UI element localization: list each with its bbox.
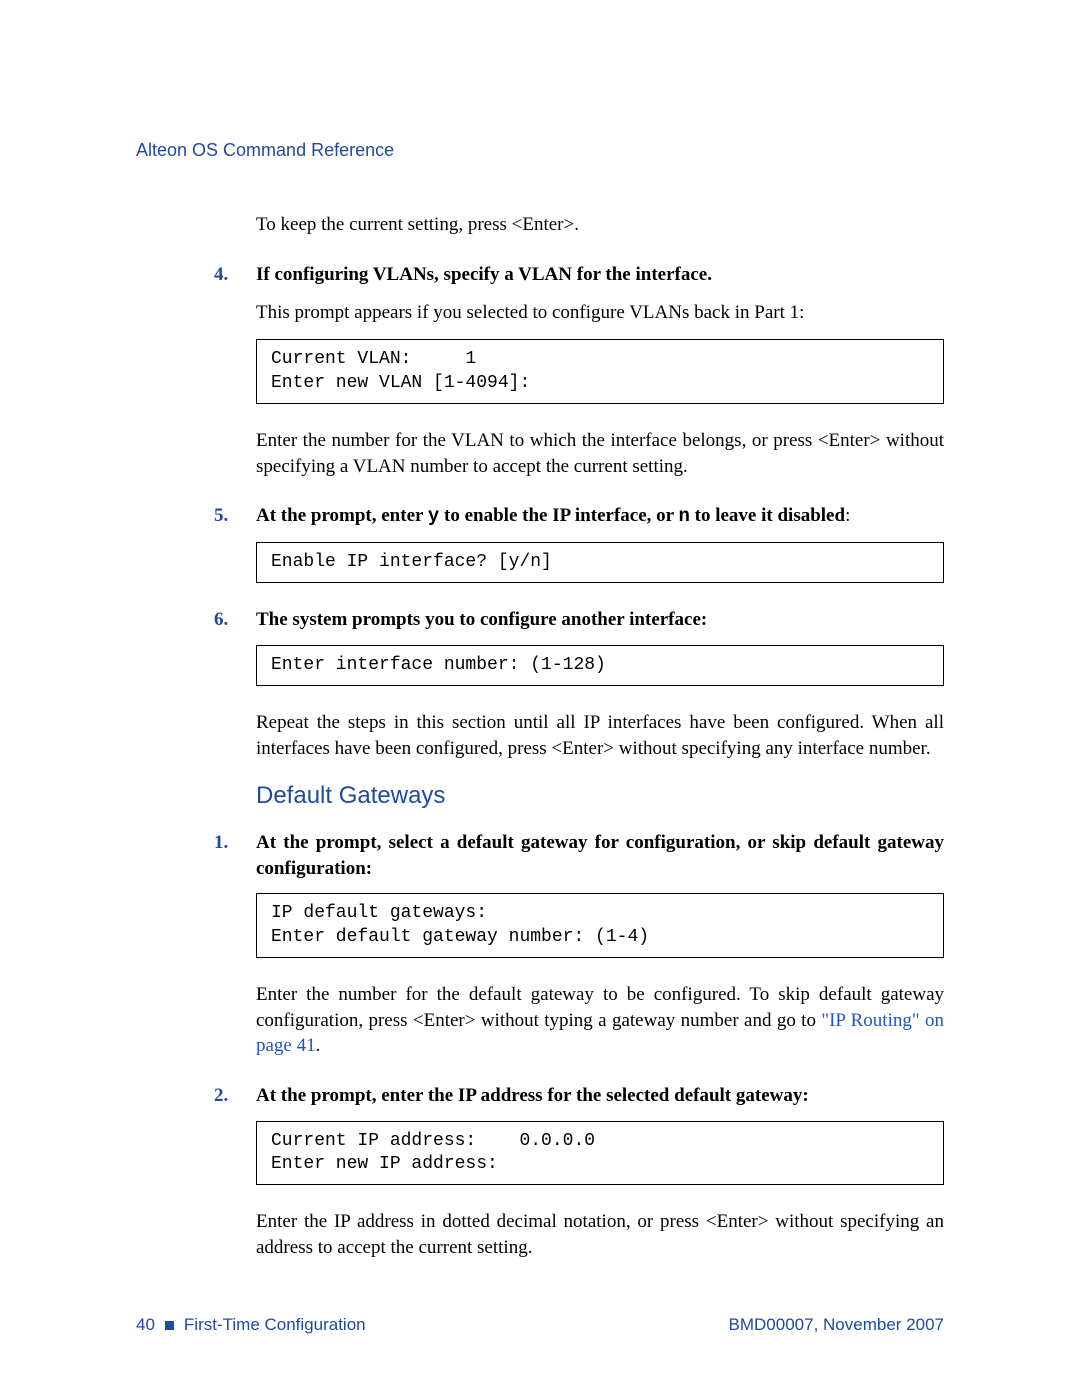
text: At the prompt, enter xyxy=(256,505,428,526)
step-title: The system prompts you to configure anot… xyxy=(256,607,944,633)
mono-n: n xyxy=(678,505,689,527)
code-block: IP default gateways: Enter default gatew… xyxy=(256,893,944,958)
step-number: 6. xyxy=(214,607,228,633)
section-heading-default-gateways: Default Gateways xyxy=(256,780,944,812)
step-title: At the prompt, enter the IP address for … xyxy=(256,1083,944,1109)
chapter-name: First-Time Configuration xyxy=(184,1314,366,1337)
step-desc: Enter the IP address in dotted decimal n… xyxy=(256,1209,944,1260)
step-number: 5. xyxy=(214,503,228,529)
step-desc: This prompt appears if you selected to c… xyxy=(256,300,944,326)
page-number: 40 xyxy=(136,1314,155,1337)
step-title: At the prompt, select a default gateway … xyxy=(256,830,944,881)
code-block: Current VLAN: 1 Enter new VLAN [1-4094]: xyxy=(256,339,944,404)
step-title: At the prompt, enter y to enable the IP … xyxy=(256,503,944,530)
running-header: Alteon OS Command Reference xyxy=(136,138,944,162)
text: to leave it disabled xyxy=(690,505,845,526)
colon: : xyxy=(845,505,850,526)
step-title: If configuring VLANs, specify a VLAN for… xyxy=(256,262,944,288)
footer-right: BMD00007, November 2007 xyxy=(729,1314,944,1337)
code-block: Current IP address: 0.0.0.0 Enter new IP… xyxy=(256,1121,944,1186)
text: . xyxy=(316,1035,321,1056)
step-6: 6. The system prompts you to configure a… xyxy=(256,607,944,761)
mono-y: y xyxy=(428,505,439,527)
step-number: 2. xyxy=(214,1083,228,1109)
footer-left: 40 First-Time Configuration xyxy=(136,1314,366,1337)
intro-line: To keep the current setting, press <Ente… xyxy=(256,212,944,238)
step-desc: Enter the number for the VLAN to which t… xyxy=(256,428,944,479)
page-footer: 40 First-Time Configuration BMD00007, No… xyxy=(136,1314,944,1337)
text: to enable the IP interface, or xyxy=(439,505,678,526)
footer-square-icon xyxy=(165,1321,174,1330)
content-column: To keep the current setting, press <Ente… xyxy=(256,212,944,1260)
step-b1: 1. At the prompt, select a default gatew… xyxy=(256,830,944,1059)
page: Alteon OS Command Reference To keep the … xyxy=(0,0,1080,1397)
step-desc: Enter the number for the default gateway… xyxy=(256,982,944,1059)
step-desc: Repeat the steps in this section until a… xyxy=(256,710,944,761)
step-number: 1. xyxy=(214,830,228,856)
step-4: 4. If configuring VLANs, specify a VLAN … xyxy=(256,262,944,479)
code-block: Enter interface number: (1-128) xyxy=(256,645,944,686)
code-block: Enable IP interface? [y/n] xyxy=(256,542,944,583)
step-number: 4. xyxy=(214,262,228,288)
step-b2: 2. At the prompt, enter the IP address f… xyxy=(256,1083,944,1261)
step-5: 5. At the prompt, enter y to enable the … xyxy=(256,503,944,583)
